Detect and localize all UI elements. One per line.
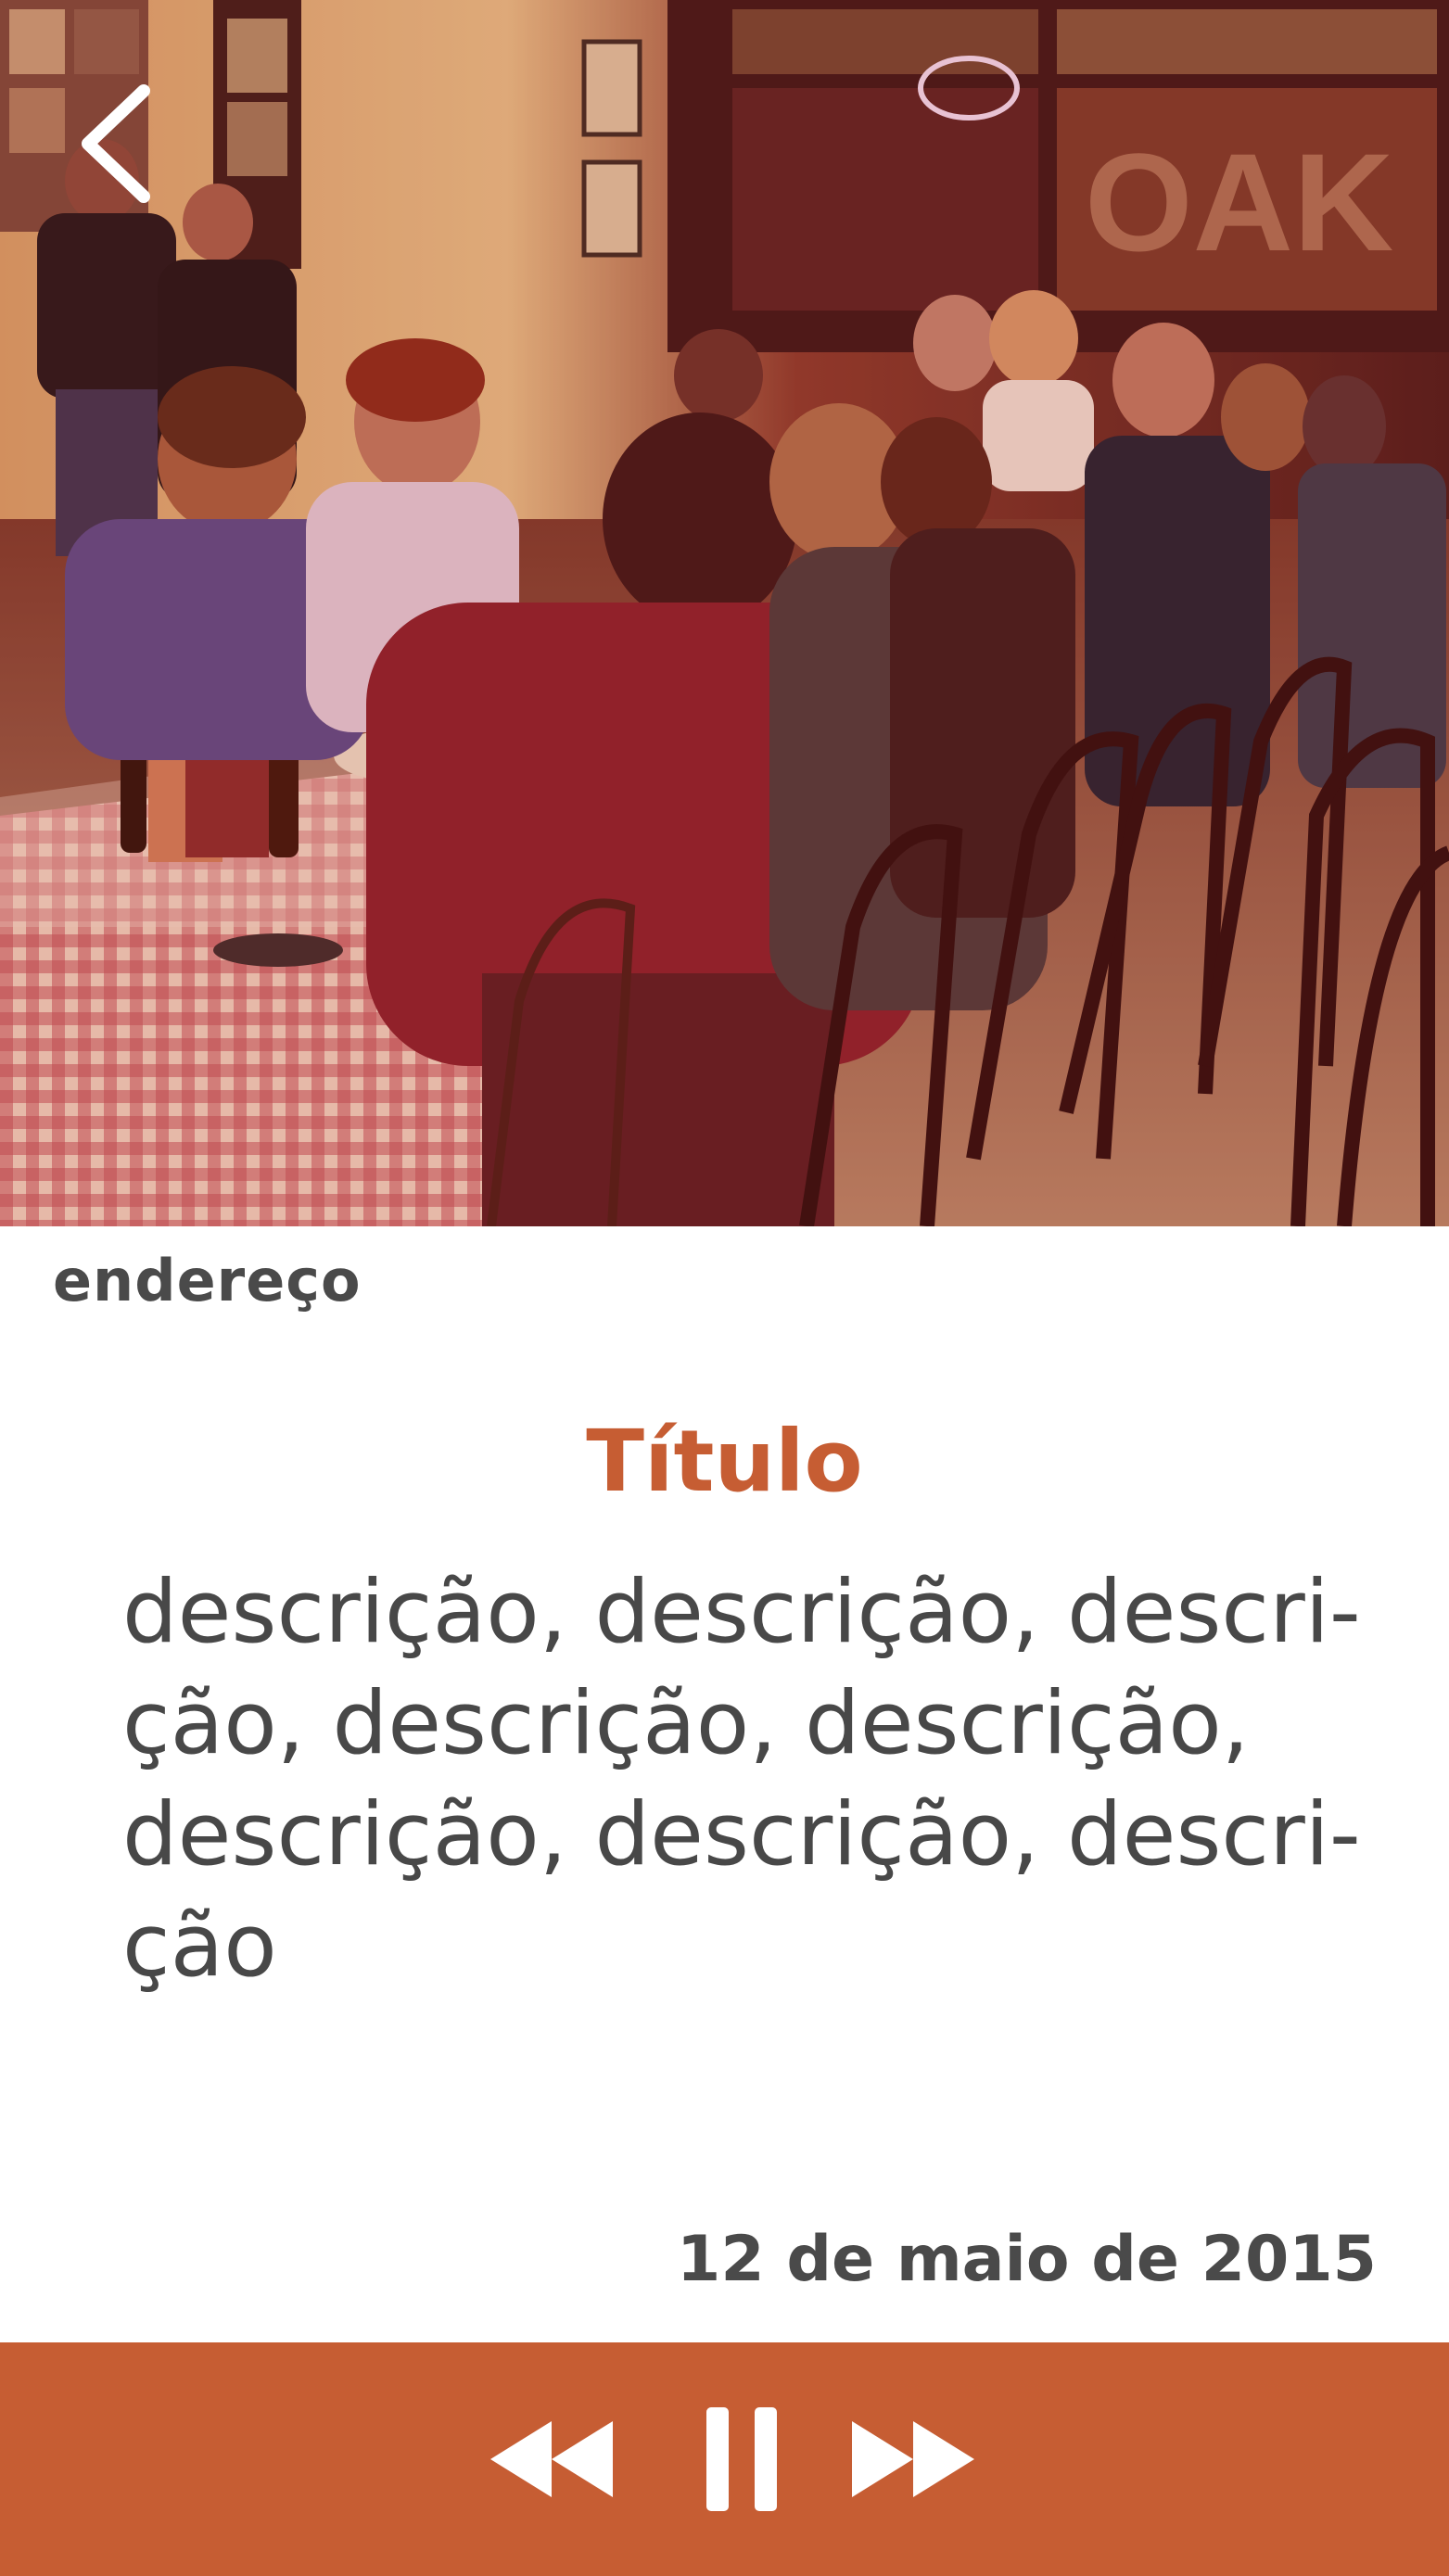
- hero-photo: OAK: [0, 0, 1449, 1226]
- pause-icon: [706, 2407, 777, 2511]
- date-label: 12 de maio de 2015: [677, 2223, 1377, 2296]
- fast-forward-icon: [852, 2421, 974, 2497]
- address-label: endereço: [53, 1247, 362, 1314]
- back-button[interactable]: [65, 74, 167, 213]
- rewind-button[interactable]: [482, 2342, 621, 2576]
- description-line: ção, descrição, descrição,: [122, 1673, 1250, 1774]
- description-line: descrição, descrição, descri-: [122, 1562, 1361, 1663]
- description-line: descrição, descrição, descri-: [122, 1784, 1361, 1885]
- description-line: ção: [122, 1896, 277, 1997]
- restaurant-photo: OAK: [0, 0, 1449, 1226]
- page-title: Título: [586, 1412, 863, 1511]
- fast-forward-button[interactable]: [844, 2342, 983, 2576]
- player-bar: [0, 2342, 1449, 2576]
- description-text: descrição, descrição, descri-ção, descri…: [122, 1557, 1365, 2002]
- pause-button[interactable]: [691, 2342, 793, 2576]
- rewind-icon: [490, 2421, 613, 2497]
- chevron-left-icon: [82, 84, 150, 203]
